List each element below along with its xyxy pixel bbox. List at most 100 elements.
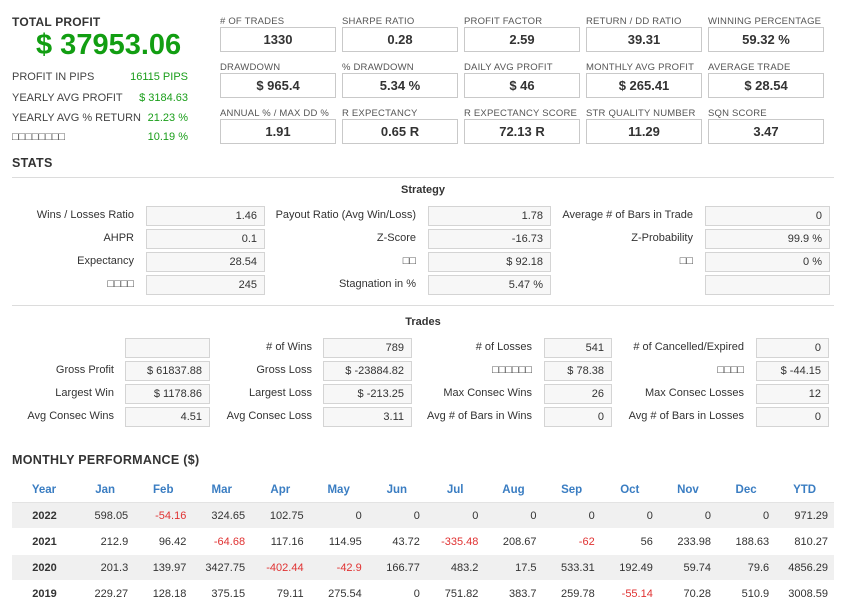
month-value-cell: 0 <box>658 502 718 529</box>
metric-label: R EXPECTANCY SCORE <box>464 108 578 119</box>
strategy-stat-label: Expectancy <box>77 255 134 267</box>
summary-row-label: YEARLY AVG % RETURN <box>12 112 141 124</box>
trades-stat-value: $ 78.38 <box>544 361 612 381</box>
month-value-cell: 166.77 <box>367 554 426 581</box>
strategy-stat-value: 0.1 <box>146 229 265 249</box>
month-value-cell: 0 <box>717 502 776 529</box>
strategy-stat-value: 5.47 % <box>428 275 551 295</box>
trades-stat-value <box>125 338 210 358</box>
metric-label: SHARPE RATIO <box>342 16 415 27</box>
strategy-stat-label: Z-Score <box>376 232 416 244</box>
metric-label: SQN SCORE <box>708 108 767 119</box>
strategy-stat-value: 1.46 <box>146 206 265 226</box>
metric-label: % DRAWDOWN <box>342 62 414 73</box>
table-row: 2019 229.27 128.18 375.15 79.11 275.54 0 751.82… <box>12 580 834 607</box>
month-value-cell: 212.9 <box>76 528 135 555</box>
month-value-cell: 510.9 <box>717 580 776 607</box>
metric-value: 11.29 <box>586 119 702 144</box>
trades-stat-label: Avg # of Bars in Losses <box>628 410 744 422</box>
trades-stat-label: □□□□ <box>717 364 744 376</box>
year-cell: 2021 <box>12 528 77 555</box>
month-value-cell: 375.15 <box>192 580 252 607</box>
metric-label: PROFIT FACTOR <box>464 16 543 27</box>
summary-row: YEARLY AVG % RETURN 21.23 % <box>12 112 188 124</box>
column-header-jun: Jun <box>367 477 426 503</box>
month-value-cell: 229.27 <box>76 580 135 607</box>
month-value-cell: 4856.29 <box>775 554 834 581</box>
strategy-stat-label: □□ <box>402 255 416 267</box>
month-value-cell: 483.2 <box>425 554 485 581</box>
year-cell: 2020 <box>12 554 77 581</box>
trades-stat-value: $ -23884.82 <box>323 361 412 381</box>
month-value-cell: -42.9 <box>309 554 368 581</box>
summary-row-value: 16115 PIPS <box>130 71 188 83</box>
month-value-cell: -335.48 <box>425 528 485 555</box>
metric-label: AVERAGE TRADE <box>708 62 791 73</box>
monthly-title: MONTHLY PERFORMANCE ($) <box>12 453 200 467</box>
month-value-cell: 0 <box>484 502 543 529</box>
month-value-cell: -55.14 <box>600 580 659 607</box>
strategy-stat-label: Z-Probability <box>631 232 693 244</box>
strategy-stat-label: □□ <box>679 255 693 267</box>
month-value-cell: 0 <box>309 502 368 529</box>
summary-row-label: □□□□□□□□ <box>12 131 66 143</box>
trades-stat-value: 0 <box>544 407 612 427</box>
column-header-year: Year <box>12 477 77 503</box>
summary-row: YEARLY AVG PROFIT $ 3184.63 <box>12 92 188 104</box>
column-header-ytd: YTD <box>775 477 834 503</box>
summary-row: PROFIT IN PIPS 16115 PIPS <box>12 71 188 83</box>
summary-row-value: $ 3184.63 <box>139 92 188 104</box>
metric-value: $ 265.41 <box>586 73 702 98</box>
month-value-cell: 96.42 <box>134 528 193 555</box>
strategy-stat-value: 28.54 <box>146 252 265 272</box>
month-value-cell: 17.5 <box>484 554 543 581</box>
metric-label: # OF TRADES <box>220 16 285 27</box>
month-value-cell: 0 <box>600 502 659 529</box>
metric-label: ANNUAL % / MAX DD % <box>220 108 330 119</box>
summary-row: □□□□□□□□ 10.19 % <box>12 131 188 143</box>
trades-stat-label: Max Consec Wins <box>443 387 532 399</box>
month-value-cell: 0 <box>367 502 426 529</box>
metric-value: $ 28.54 <box>708 73 824 98</box>
month-value-cell: 128.18 <box>134 580 193 607</box>
trades-stat-value: 4.51 <box>125 407 210 427</box>
month-value-cell: 188.63 <box>717 528 776 555</box>
trades-stat-label: Largest Loss <box>249 387 312 399</box>
trades-stat-label: Avg # of Bars in Wins <box>427 410 532 422</box>
stats-title: STATS <box>12 156 53 170</box>
month-value-cell: 102.75 <box>251 502 310 529</box>
year-cell: 2022 <box>12 502 77 529</box>
column-header-dec: Dec <box>717 477 776 503</box>
metric-value: 39.31 <box>586 27 702 52</box>
year-cell: 2019 <box>12 580 77 607</box>
month-value-cell: 59.74 <box>658 554 718 581</box>
trades-stat-label: Gross Profit <box>55 364 114 376</box>
strategy-stat-label: Wins / Losses Ratio <box>36 209 134 221</box>
monthly-performance-table: Year Jan Feb Mar Apr May Jun Jul Aug Sep Oct Nov Dec… <box>12 477 834 607</box>
strategy-stat-value: $ 92.18 <box>428 252 551 272</box>
month-value-cell: 810.27 <box>775 528 834 555</box>
strategy-stat-value: 245 <box>146 275 265 295</box>
month-value-cell: 383.7 <box>484 580 543 607</box>
trades-stat-value: $ -213.25 <box>323 384 412 404</box>
month-value-cell: 70.28 <box>658 580 718 607</box>
month-value-cell: 3008.59 <box>775 580 834 607</box>
month-value-cell: 114.95 <box>309 528 368 555</box>
column-header-apr: Apr <box>251 477 310 503</box>
trades-stat-value: $ 1178.86 <box>125 384 210 404</box>
trades-stat-label: Largest Win <box>55 387 114 399</box>
trades-stat-value: 12 <box>756 384 829 404</box>
month-value-cell: -402.44 <box>251 554 310 581</box>
summary-row-value: 21.23 % <box>147 112 188 124</box>
trades-stat-value: 0 <box>756 407 829 427</box>
metric-label: R EXPECTANCY <box>342 108 418 119</box>
summary-row-value: 10.19 % <box>147 131 188 143</box>
column-header-mar: Mar <box>192 477 252 503</box>
summary-row-label: YEARLY AVG PROFIT <box>12 92 123 104</box>
table-row: 2022 598.05 -54.16 324.65 102.75 0 0 0 0 0 0 0 0 971.… <box>12 502 834 529</box>
trades-heading: Trades <box>405 316 441 328</box>
table-row: 2020 201.3 139.97 3427.75 -402.44 -42.9 166.77… <box>12 554 834 581</box>
metric-label: WINNING PERCENTAGE <box>708 16 822 27</box>
stats-divider <box>12 177 834 178</box>
month-value-cell: 192.49 <box>600 554 659 581</box>
